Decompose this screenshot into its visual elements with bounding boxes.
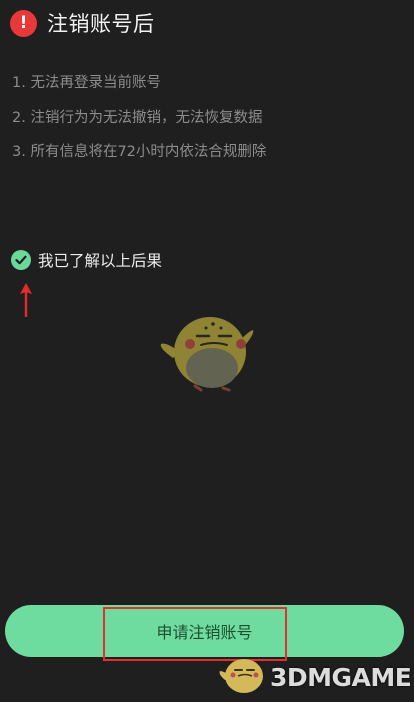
consequence-list: 1. 无法再登录当前账号 2. 注销行为为无法撤销，无法恢复数据 3. 所有信息… bbox=[12, 70, 266, 174]
consequence-item: 3. 所有信息将在72小时内依法合规删除 bbox=[12, 144, 267, 160]
acknowledge-checkbox[interactable]: 我已了解以上后果 bbox=[11, 249, 162, 271]
apply-cancel-account-button[interactable]: 申请注销账号 bbox=[5, 605, 404, 657]
watermark-text: 3DMGAME bbox=[270, 663, 412, 692]
page-header: ! 注销账号后 bbox=[10, 8, 155, 38]
watermark-mascot-icon bbox=[219, 659, 263, 693]
page-title: 注销账号后 bbox=[47, 12, 155, 36]
up-arrow-annotation-icon bbox=[20, 283, 32, 317]
consequence-item: 2. 注销行为为无法撤销，无法恢复数据 bbox=[12, 109, 263, 126]
acknowledge-label[interactable]: 我已了解以上后果 bbox=[38, 249, 162, 271]
warning-icon: ! bbox=[10, 9, 37, 37]
bird-mascot-illustration bbox=[160, 317, 254, 392]
consequence-item: 1. 无法再登录当前账号 bbox=[12, 75, 161, 91]
check-circle-icon[interactable] bbox=[11, 250, 31, 270]
watermark: 3DMGAME bbox=[218, 652, 412, 696]
